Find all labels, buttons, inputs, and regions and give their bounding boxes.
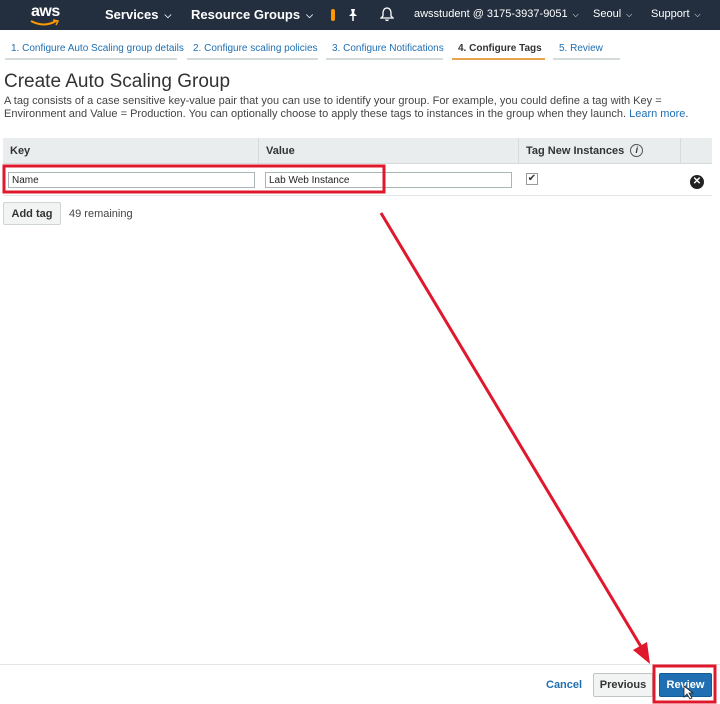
info-icon[interactable]: i [630,144,644,157]
aws-smile-icon [30,19,60,26]
tab-notifications[interactable]: 3. Configure Notifications [326,38,444,60]
tab-review[interactable]: 5. Review [553,38,620,60]
tab-configure-details[interactable]: 1. Configure Auto Scaling group details [5,38,184,60]
account-label: awsstudent @ 3175-3937-9051 [414,8,568,20]
region-menu[interactable]: Seoul ⌵ [593,8,632,20]
aws-logo[interactable]: aws [28,2,68,28]
top-nav-bar: aws Services ⌵ Resource Groups ⌵ awsstuden… [0,0,720,30]
chevron-down-icon: ⌵ [572,10,579,19]
wizard-steps: 1. Configure Auto Scaling group details … [0,38,720,60]
header-value: Value [259,138,519,164]
support-menu[interactable]: Support ⌵ [651,8,701,20]
header-tag-new-instances-label: Tag New Instances [526,145,625,157]
add-tag-button[interactable]: Add tag [3,202,61,225]
tag-value-input[interactable] [265,172,512,188]
remove-tag-icon[interactable]: ✕ [690,175,704,189]
annotation-arrow-head [633,642,650,664]
cancel-link[interactable]: Cancel [546,679,582,691]
resource-groups-menu[interactable]: Resource Groups ⌵ [191,7,313,22]
header-tag-new-instances: Tag New Instances i [519,138,681,164]
services-label: Services [105,7,159,22]
tags-table-header: Key Value Tag New Instances i [3,138,712,164]
services-menu[interactable]: Services ⌵ [105,7,171,22]
learn-more-link[interactable]: Learn more [629,108,685,120]
tags-remaining-count: 49 remaining [69,208,133,220]
service-shortcut-icon[interactable] [331,9,335,21]
resource-groups-label: Resource Groups [191,7,301,22]
chevron-down-icon: ⌵ [306,10,313,20]
account-menu[interactable]: awsstudent @ 3175-3937-9051 ⌵ [414,8,579,20]
description-text: A tag consists of a case sensitive key-v… [4,95,662,120]
tag-key-input[interactable] [8,172,255,188]
description-period: . [685,108,689,120]
tag-new-instances-checkbox[interactable]: ✔ [526,173,538,185]
region-label: Seoul [593,8,622,20]
tab-scaling-policies[interactable]: 2. Configure scaling policies [187,38,318,60]
annotation-arrow-line [379,212,645,651]
tab-configure-tags[interactable]: 4. Configure Tags [452,38,545,60]
header-key: Key [3,138,259,164]
chevron-down-icon: ⌵ [626,10,633,19]
bell-icon[interactable] [380,7,394,22]
chevron-down-icon: ⌵ [694,10,701,19]
previous-button[interactable]: Previous [593,673,653,697]
pin-icon[interactable] [347,8,359,22]
chevron-down-icon: ⌵ [164,10,172,20]
page-title: Create Auto Scaling Group [4,71,231,92]
support-label: Support [651,8,690,20]
footer-divider [0,664,720,665]
page-description: A tag consists of a case sensitive key-v… [4,95,704,121]
review-button[interactable]: Review [659,673,712,697]
page: aws Services ⌵ Resource Groups ⌵ awsstuden… [0,0,720,704]
